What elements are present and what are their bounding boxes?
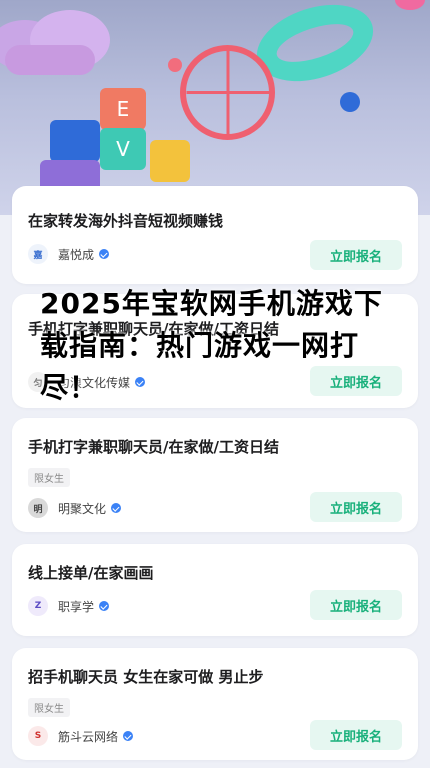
job-card[interactable]: 招手机聊天员 女生在家可做 男止步 限女生 S 筋斗云网络 立即报名 — [12, 648, 418, 760]
apply-button[interactable]: 立即报名 — [310, 240, 402, 270]
company-name: 筋斗云网络 — [58, 729, 119, 744]
company-name: 明聚文化 — [58, 501, 107, 516]
job-title: 招手机聊天员 女生在家可做 男止步 — [28, 668, 264, 686]
company-logo: Z — [28, 596, 48, 616]
job-list: 在家转发海外抖音短视频赚钱 嘉 嘉悦成 立即报名 手机打字兼职聊天员/在家做/工… — [0, 186, 430, 760]
hero-banner: E V — [0, 0, 430, 215]
cloud-shape — [5, 45, 95, 75]
verified-icon — [99, 249, 110, 259]
verified-icon — [99, 601, 110, 611]
ball-icon — [168, 58, 182, 72]
ball-icon — [395, 0, 425, 10]
job-card[interactable]: 手机打字兼职聊天员/在家做/工资日结 限女生 明 明聚文化 立即报名 — [12, 418, 418, 532]
apply-button[interactable]: 立即报名 — [310, 492, 402, 522]
job-title: 线上接单/在家画画 — [28, 564, 154, 582]
company-name: 职享学 — [58, 599, 95, 614]
verified-icon — [123, 731, 134, 741]
requirement-tag: 限女生 — [28, 698, 70, 717]
job-title: 手机打字兼职聊天员/在家做/工资日结 — [28, 438, 279, 456]
company-logo: 嘉 — [28, 244, 48, 264]
company-row: 明 明聚文化 — [28, 498, 122, 518]
ball-icon — [340, 92, 360, 112]
article-headline: 2025年宝软网手机游戏下载指南：热门游戏一网打尽！ — [40, 287, 383, 404]
company-logo: 明 — [28, 498, 48, 518]
company-logo: S — [28, 726, 48, 746]
company-row: 嘉 嘉悦成 — [28, 244, 110, 264]
job-card[interactable]: 在家转发海外抖音短视频赚钱 嘉 嘉悦成 立即报名 — [12, 186, 418, 284]
requirement-tag: 限女生 — [28, 468, 70, 487]
company-row: S 筋斗云网络 — [28, 726, 134, 746]
job-card[interactable]: 线上接单/在家画画 Z 职享学 立即报名 — [12, 544, 418, 636]
company-row: Z 职享学 — [28, 596, 110, 616]
verified-icon — [111, 503, 122, 513]
toy-block: V — [100, 128, 146, 170]
toy-block — [150, 140, 190, 182]
toy-block — [50, 120, 100, 162]
job-title: 在家转发海外抖音短视频赚钱 — [28, 212, 224, 230]
apply-button[interactable]: 立即报名 — [310, 590, 402, 620]
company-name: 嘉悦成 — [58, 247, 95, 262]
toy-block: E — [100, 88, 146, 130]
ferris-wheel-icon — [180, 45, 275, 140]
apply-button[interactable]: 立即报名 — [310, 720, 402, 750]
